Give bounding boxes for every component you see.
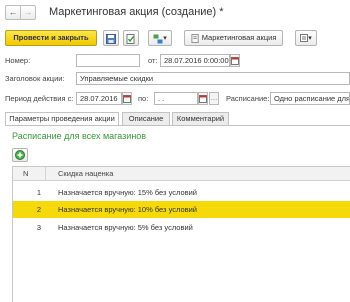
tab-comment[interactable]: Комментарий	[172, 112, 229, 125]
table-row[interactable]: 1 Назначается вручную: 15% без условий	[13, 184, 350, 201]
schedule-field[interactable]: Одно расписание для	[270, 92, 350, 105]
row-discount: Назначается вручную: 15% без условий	[58, 188, 197, 197]
row-number: 3	[36, 223, 41, 232]
tab-description[interactable]: Описание	[122, 112, 170, 125]
window-title: Маркетинговая акция (создание) *	[49, 6, 224, 18]
period-to-select-button[interactable]: …	[209, 92, 219, 105]
table-row[interactable]: 3 Назначается вручную: 5% без условий	[13, 219, 350, 236]
more-actions-button[interactable]: ▾	[295, 30, 317, 46]
post-button[interactable]	[123, 30, 139, 46]
row-discount: Назначается вручную: 10% без условий	[58, 205, 197, 214]
period-to-field[interactable]: . .	[154, 92, 198, 105]
row-discount: Назначается вручную: 5% без условий	[58, 223, 193, 232]
add-row-button[interactable]	[12, 148, 28, 162]
calendar-button[interactable]	[230, 54, 240, 67]
table-row-selected[interactable]: 2 Назначается вручную: 10% без условий	[13, 201, 350, 218]
period-to-label: по:	[138, 94, 149, 103]
related-documents-button[interactable]: ▾	[148, 30, 172, 46]
add-icon	[15, 150, 25, 160]
chevron-down-icon: ▾	[163, 35, 167, 42]
section-title: Расписание для всех магазинов	[12, 131, 147, 141]
back-button[interactable]: ←	[5, 5, 21, 20]
header-label: Заголовок акции:	[5, 74, 65, 83]
marketing-action-button[interactable]: Маркетинговая акция	[184, 30, 283, 46]
period-from-calendar-button[interactable]	[122, 92, 132, 105]
forward-button[interactable]: →	[20, 5, 36, 20]
from-label: от:	[148, 56, 158, 65]
post-document-icon	[126, 33, 135, 44]
period-to-calendar-button[interactable]	[198, 92, 208, 105]
calendar-icon	[231, 57, 239, 65]
save-icon	[106, 33, 116, 44]
post-and-close-button[interactable]: Провести и закрыть	[5, 30, 97, 46]
column-header-n[interactable]: N	[23, 169, 28, 178]
calendar-icon	[123, 95, 131, 103]
save-button[interactable]	[103, 30, 119, 46]
number-field[interactable]	[76, 54, 140, 67]
row-number: 2	[36, 205, 41, 214]
structure-icon	[153, 34, 163, 44]
tab-divider	[5, 125, 350, 126]
number-label: Номер:	[5, 56, 31, 65]
column-header-discount[interactable]: Скидка наценка	[58, 169, 113, 178]
discount-table[interactable]: N Скидка наценка 1 Назначается вручную: …	[12, 166, 350, 302]
column-separator	[45, 167, 46, 181]
schedule-label: Расписание:	[226, 94, 270, 103]
table-header: N Скидка наценка	[13, 167, 350, 181]
header-field[interactable]: Управляемые скидки	[76, 72, 350, 85]
date-field[interactable]: 28.07.2016 0:00:00	[160, 54, 230, 67]
tab-parameters[interactable]: Параметры проведения акции	[5, 112, 119, 126]
marketing-action-label: Маркетинговая акция	[201, 33, 277, 42]
document-icon	[191, 33, 199, 43]
row-number: 1	[36, 188, 41, 197]
period-from-label: Период действия с:	[5, 94, 74, 103]
calendar-icon	[199, 95, 207, 103]
chevron-down-icon: ▾	[308, 35, 312, 42]
period-from-field[interactable]: 28.07.2016	[76, 92, 122, 105]
